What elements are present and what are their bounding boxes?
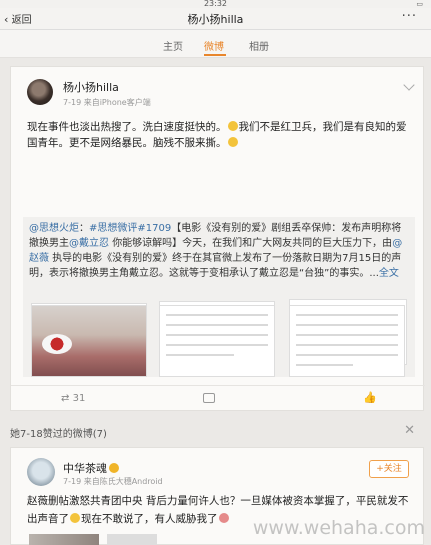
tab-weibo[interactable]: 微博 — [204, 38, 224, 53]
post-card: 杨小扬hilla 7-19 来自iPhone客户端 现在事件也淡出热搜了。洗白速… — [10, 66, 425, 411]
mention-link[interactable]: @戴立忍 — [69, 238, 109, 249]
post-date: 7-19 — [63, 98, 82, 107]
text-line — [166, 344, 268, 346]
avatar[interactable] — [27, 458, 55, 486]
post-username[interactable]: 中华茶魂 — [63, 460, 119, 476]
like-icon[interactable]: 👍 — [363, 391, 377, 404]
status-bar: 23:32 ▭ — [0, 0, 431, 8]
post-actions-bar: ⇄ 31 👍 — [11, 385, 425, 411]
repost-button[interactable]: ⇄ 31 — [61, 393, 85, 404]
post-image[interactable] — [29, 534, 99, 545]
repost-image-4[interactable] — [31, 305, 147, 377]
emoji-icon — [218, 513, 229, 523]
repost-topic-link[interactable]: #思想微评#1709 — [89, 223, 171, 234]
battery-icon: ▭ — [416, 0, 423, 8]
post-text-line-1: 现在事件也淡出热搜了。洗白速度挺快的。 — [27, 121, 227, 133]
tab-home[interactable]: 主页 — [163, 38, 183, 53]
post-meta: 7-19 来自iPhone客户端 — [63, 97, 151, 108]
post-meta: 7-19 来自陈氏大穗Android — [63, 476, 163, 487]
vip-badge-icon — [109, 463, 119, 473]
repost-user-link[interactable]: @思想火炬 — [29, 223, 79, 234]
repost-text-part-2: 你能够谅解吗】今天，在我们和广大网友共同的巨大压力下，由 — [112, 238, 393, 249]
text-line — [166, 334, 268, 336]
repost-image-6[interactable] — [289, 305, 405, 377]
text-line — [166, 324, 268, 326]
smile-emoji-icon — [227, 137, 238, 147]
follow-button[interactable]: +关注 — [369, 460, 409, 478]
text-line — [296, 344, 398, 346]
tab-album[interactable]: 相册 — [249, 38, 269, 53]
text-line — [296, 334, 398, 336]
repost-image-5[interactable] — [159, 305, 275, 377]
post-text: 现在事件也淡出热搜了。洗白速度挺快的。 我们不是红卫兵，我们是有良知的爱国青年。更… — [27, 119, 413, 151]
repost-text: @思想火炬：#思想微评#1709【电影《没有别的爱》剧组丢卒保帅：发布声明称将撤… — [29, 223, 403, 279]
page-title: 杨小扬hilla — [187, 13, 244, 26]
more-menu-button[interactable]: ··· — [402, 9, 417, 24]
sad-emoji-icon — [70, 513, 80, 523]
profile-tabs: 主页 微博 相册 — [0, 30, 431, 58]
comment-icon[interactable] — [203, 393, 215, 403]
text-line — [296, 324, 398, 326]
flag-circle — [42, 334, 72, 354]
watermark: www.wehaha.com — [252, 517, 425, 539]
text-line — [296, 314, 398, 316]
text-line — [166, 314, 268, 316]
liked-section-title[interactable]: 她7-18赞过的微博(7) — [10, 425, 107, 440]
repost-text-part-3: 执导的电影《没有别的爱》终于在其官微上发布了一份落款日期为7月15日的声明，表示… — [29, 253, 402, 279]
close-icon[interactable]: ✕ — [404, 423, 415, 438]
post-source: 来自iPhone客户端 — [83, 98, 151, 107]
status-time: 23:32 — [203, 0, 228, 8]
repost-count: 31 — [72, 393, 86, 404]
post-text-tail: 现在不敢说了，有人威胁我了 — [81, 513, 218, 525]
post-username[interactable]: 杨小扬hilla — [63, 79, 119, 95]
post-image[interactable] — [107, 534, 157, 545]
active-tab-indicator — [204, 54, 226, 56]
smile-emoji-icon — [227, 121, 238, 131]
avatar[interactable] — [27, 79, 53, 105]
repost-icon: ⇄ — [61, 393, 70, 404]
chevron-down-icon[interactable] — [403, 79, 415, 91]
text-line — [296, 364, 353, 366]
post-source: 来自陈氏大穗Android — [83, 477, 163, 486]
text-line — [166, 354, 235, 356]
navigation-bar: ‹ 返回 杨小扬hilla ··· — [0, 8, 431, 30]
full-text-link[interactable]: 全文 — [379, 268, 399, 279]
text-line — [296, 354, 398, 356]
post-date: 7-19 — [63, 477, 82, 486]
post-username-text: 中华茶魂 — [63, 462, 107, 475]
